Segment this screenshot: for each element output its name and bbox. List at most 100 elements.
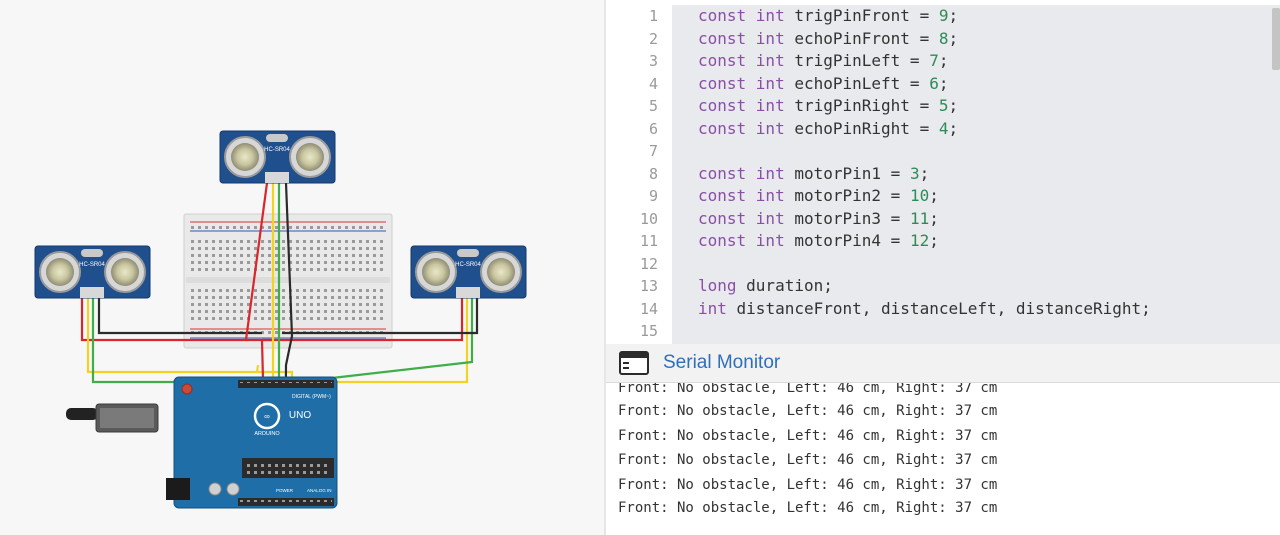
line-number: 12 [639,254,658,273]
line-number: 7 [648,142,658,160]
code-line[interactable] [672,320,1280,343]
code-number: 12 [909,231,930,250]
line-number: 10 [639,209,658,228]
sensor-label: HC-SR04 [79,262,105,268]
code-line[interactable]: const int trigPinLeft = 7; [672,50,1280,73]
code-number: 6 [929,73,939,93]
serial-monitor-icon[interactable] [619,351,649,375]
circuit-drawing: HC-SR04 HC-SR04 HC-SR04 DIGITAL (PWM~) ∞… [34,130,527,509]
serial-output-line: Front: No obstacle, Left: 46 cm, Right: … [618,428,998,444]
line-number: 3 [648,52,658,70]
code-keyword: long [698,276,737,295]
code-line[interactable]: const int echoPinLeft = 6; [672,73,1280,96]
svg-text:∞: ∞ [264,412,270,421]
arduino-uno-board[interactable]: DIGITAL (PWM~) ∞ ARDUINO UNO POWER ANALO… [166,376,338,509]
serial-output-line: Front: No obstacle, Left: 46 cm, Right: … [618,403,998,419]
code-text: trigPinFront = [784,6,939,25]
serial-output-line: Front: No obstacle, Left: 46 cm, Right: … [618,477,998,493]
line-number: 14 [639,299,658,318]
serial-monitor-title[interactable]: Serial Monitor [663,344,780,382]
code-keyword: const int [698,186,785,205]
code-text: motorPin1 = [784,163,910,183]
code-punct: ; [948,96,959,115]
code-punct: ; [929,231,939,250]
code-keyword: const int [698,6,785,25]
digital-header-label: DIGITAL (PWM~) [292,394,331,400]
line-number: 11 [639,232,658,250]
code-text: trigPinLeft = [784,51,930,70]
code-number: 10 [909,186,930,205]
line-number: 6 [648,119,658,138]
line-number-gutter: 1 2 3 4 5 6 7 8 9 10 11 12 13 14 15 [606,5,658,343]
line-number: 4 [648,74,658,93]
line-number: 2 [648,29,658,48]
code-keyword: const int [698,28,785,48]
code-line[interactable]: const int trigPinRight = 5; [672,95,1280,118]
code-punct: ; [938,51,949,70]
code-number: 7 [929,51,939,70]
line-number: 1 [648,7,658,25]
ultrasonic-sensor-front[interactable]: HC-SR04 [219,130,336,184]
circuit-canvas[interactable]: HC-SR04 HC-SR04 HC-SR04 DIGITAL (PWM~) ∞… [0,0,604,535]
code-text: echoPinRight = [784,118,939,138]
code-number: 11 [909,208,930,228]
code-keyword: const int [698,96,785,115]
code-punct: ; [919,163,930,183]
code-line[interactable]: const int motorPin1 = 3; [672,163,1280,186]
code-keyword: const int [698,73,785,93]
code-punct: ; [948,28,959,48]
serial-monitor-header[interactable]: Serial Monitor [606,344,1280,383]
code-line[interactable]: const int motorPin3 = 11; [672,208,1280,231]
ultrasonic-sensor-right[interactable]: HC-SR04 [410,245,527,299]
code-keyword: const int [698,163,785,183]
board-model: UNO [289,410,311,421]
line-number: 8 [648,164,658,183]
line-number: 9 [648,187,658,205]
code-punct: ; [938,73,949,93]
line-number: 13 [639,277,658,295]
code-text-area[interactable]: const int trigPinFront = 9; const int ec… [672,5,1280,344]
code-number: 3 [909,163,920,183]
code-line[interactable]: const int echoPinRight = 4; [672,118,1280,141]
code-text: trigPinRight = [784,96,939,115]
code-punct: ; [929,208,939,228]
code-text: motorPin2 = [784,186,910,205]
board-brand: ARDUINO [254,431,280,437]
power-label: POWER [276,488,294,493]
sensor-label: HC-SR04 [264,147,290,153]
code-text: duration; [736,276,833,295]
serial-output-line: Front: No obstacle, Left: 46 cm, Right: … [618,500,998,516]
sensor-label: HC-SR04 [455,262,481,268]
code-line[interactable]: long duration; [672,275,1280,298]
code-keyword: int [698,298,727,318]
code-line[interactable]: int distanceFront, distanceLeft, distanc… [672,298,1280,321]
code-text: echoPinLeft = [784,73,930,93]
code-line[interactable]: const int trigPinFront = 9; [672,5,1280,28]
serial-monitor-output[interactable]: Front: No obstacle, Left: 46 cm, Right: … [606,383,1280,535]
analog-label: ANALOG IN [307,488,332,493]
code-text: echoPinFront = [784,28,939,48]
code-text: distanceFront, distanceLeft, distanceRig… [726,298,1151,318]
code-text: motorPin4 = [784,231,910,250]
line-number: 15 [639,322,658,340]
code-keyword: const int [698,208,785,228]
line-number: 5 [648,97,658,115]
serial-output-line: Front: No obstacle, Left: 46 cm, Right: … [618,452,998,468]
ultrasonic-sensor-left[interactable]: HC-SR04 [34,245,151,299]
code-keyword: const int [698,118,785,138]
code-punct: ; [948,118,959,138]
code-line[interactable]: const int motorPin4 = 12; [672,230,1280,253]
code-line[interactable] [672,253,1280,276]
usb-cable [66,403,159,433]
serial-output-line: Front: No obstacle, Left: 46 cm, Right: … [618,383,998,396]
code-line[interactable]: const int motorPin2 = 10; [672,185,1280,208]
editor-scrollbar-thumb[interactable] [1272,8,1280,70]
code-keyword: const int [698,231,785,250]
code-line[interactable] [672,140,1280,163]
code-punct: ; [948,6,959,25]
code-editor[interactable]: 1 2 3 4 5 6 7 8 9 10 11 12 13 14 15 cons… [606,0,1280,344]
code-punct: ; [929,186,939,205]
code-text: motorPin3 = [784,208,910,228]
code-keyword: const int [698,51,785,70]
code-line[interactable]: const int echoPinFront = 8; [672,28,1280,51]
